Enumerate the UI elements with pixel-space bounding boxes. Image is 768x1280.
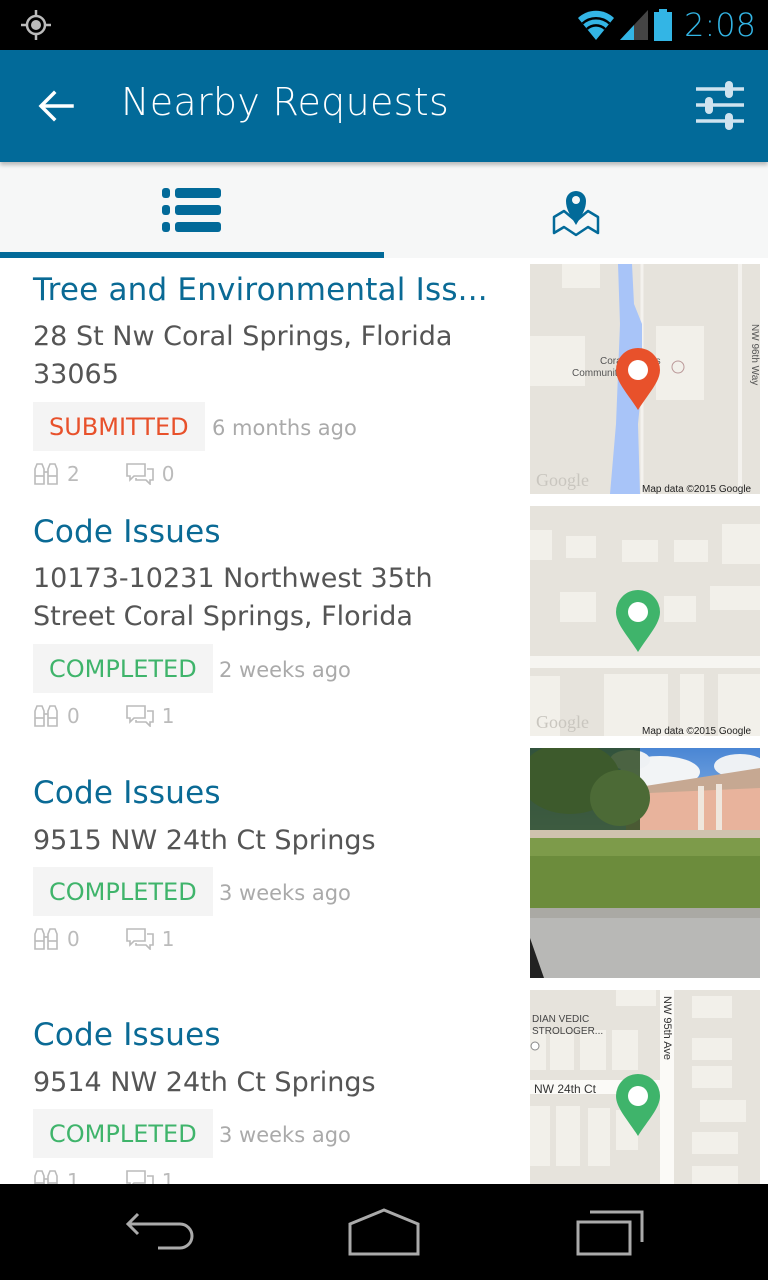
request-time: 2 weeks ago bbox=[219, 658, 351, 682]
request-address: 28 St Nw Coral Springs, Florida 33065 bbox=[33, 321, 453, 390]
tab-list-view[interactable] bbox=[0, 162, 384, 258]
wifi-icon bbox=[578, 10, 615, 40]
map-thumbnail[interactable]: DIAN VEDIC STROLOGER... NW 24th Ct NW 95… bbox=[530, 990, 760, 1184]
status-badge: COMPLETED bbox=[33, 644, 213, 693]
home-icon[interactable] bbox=[344, 1208, 424, 1258]
map-pin-icon bbox=[552, 191, 600, 237]
request-time: 6 months ago bbox=[212, 416, 357, 440]
comments-icon bbox=[125, 705, 154, 727]
status-bar: 2:08 bbox=[0, 0, 768, 50]
svg-text:Google: Google bbox=[536, 712, 589, 732]
battery-icon bbox=[654, 9, 673, 41]
back-icon[interactable] bbox=[120, 1208, 200, 1258]
status-badge: SUBMITTED bbox=[33, 402, 205, 451]
svg-text:NW 24th Ct: NW 24th Ct bbox=[534, 1082, 597, 1096]
comments-icon bbox=[125, 463, 154, 485]
map-thumbnail[interactable]: Google Map data ©2015 Google bbox=[530, 506, 760, 736]
signal-icon bbox=[620, 10, 649, 40]
request-title: Code Issues bbox=[33, 1017, 221, 1053]
request-item[interactable]: Code Issues 10173-10231 Northwest 35th S… bbox=[0, 500, 768, 742]
request-counts: 1 1 bbox=[33, 1169, 220, 1184]
app-bar: Nearby Requests bbox=[0, 50, 768, 162]
comments-icon bbox=[125, 928, 154, 950]
binoculars-icon bbox=[34, 463, 58, 485]
clock: 2:08 bbox=[684, 6, 756, 44]
view-tabs bbox=[0, 162, 768, 258]
comments-count: 1 bbox=[161, 927, 175, 951]
svg-text:Google: Google bbox=[536, 470, 589, 490]
back-arrow-icon[interactable] bbox=[36, 86, 76, 126]
request-title: Tree and Environmental Iss... bbox=[33, 272, 488, 308]
request-address: 9515 NW 24th Ct Springs bbox=[33, 825, 376, 856]
map-image: Google Map data ©2015 Google bbox=[530, 506, 760, 736]
svg-text:Map data ©2015 Google: Map data ©2015 Google bbox=[642, 484, 752, 494]
map-thumbnail[interactable]: Coral Springs Community Church NW 96th W… bbox=[530, 264, 760, 494]
svg-text:DIAN VEDIC: DIAN VEDIC bbox=[532, 1014, 589, 1025]
tab-map-view[interactable] bbox=[384, 162, 768, 258]
request-time: 3 weeks ago bbox=[219, 881, 351, 905]
system-nav-bar bbox=[0, 1184, 768, 1280]
binoculars-icon bbox=[34, 705, 58, 727]
request-address: 9514 NW 24th Ct Springs bbox=[33, 1067, 376, 1098]
svg-text:NW 96th Way: NW 96th Way bbox=[749, 324, 760, 385]
comments-icon bbox=[125, 1170, 154, 1184]
gps-icon bbox=[21, 10, 51, 40]
status-badge: COMPLETED bbox=[33, 1109, 213, 1158]
page-title: Nearby Requests bbox=[121, 80, 450, 124]
photo-thumbnail[interactable] bbox=[530, 748, 760, 978]
request-title: Code Issues bbox=[33, 514, 221, 550]
binoculars-icon bbox=[34, 928, 58, 950]
svg-text:NW 95th Ave: NW 95th Ave bbox=[661, 996, 673, 1060]
request-address: 10173-10231 Northwest 35th Street Coral … bbox=[33, 563, 433, 632]
followers-count: 1 bbox=[67, 1169, 80, 1184]
recent-apps-icon[interactable] bbox=[572, 1208, 652, 1258]
filter-sliders-icon[interactable] bbox=[694, 80, 746, 132]
svg-text:STROLOGER...: STROLOGER... bbox=[532, 1026, 603, 1037]
comments-count: 1 bbox=[161, 1169, 175, 1184]
followers-count: 0 bbox=[67, 927, 80, 951]
request-counts: 2 0 bbox=[33, 462, 220, 486]
list-icon bbox=[162, 188, 221, 232]
comments-count: 1 bbox=[161, 704, 175, 728]
request-counts: 0 1 bbox=[33, 704, 220, 728]
svg-text:Map data ©2015 Google: Map data ©2015 Google bbox=[642, 726, 752, 736]
request-counts: 0 1 bbox=[33, 927, 220, 951]
followers-count: 2 bbox=[67, 462, 80, 486]
photo-image bbox=[530, 748, 760, 978]
followers-count: 0 bbox=[67, 704, 80, 728]
request-item[interactable]: Tree and Environmental Iss... 28 St Nw C… bbox=[0, 258, 768, 500]
comments-count: 0 bbox=[161, 462, 175, 486]
map-image: DIAN VEDIC STROLOGER... NW 24th Ct NW 95… bbox=[530, 990, 760, 1184]
map-image: Coral Springs Community Church NW 96th W… bbox=[530, 264, 760, 494]
status-badge: COMPLETED bbox=[33, 867, 213, 916]
request-time: 3 weeks ago bbox=[219, 1123, 351, 1147]
request-title: Code Issues bbox=[33, 775, 221, 811]
request-item[interactable]: Code Issues 9514 NW 24th Ct Springs COMP… bbox=[0, 984, 768, 1184]
requests-list[interactable]: Tree and Environmental Iss... 28 St Nw C… bbox=[0, 258, 768, 1184]
binoculars-icon bbox=[34, 1170, 58, 1184]
request-item[interactable]: Code Issues 9515 NW 24th Ct Springs COMP… bbox=[0, 742, 768, 984]
